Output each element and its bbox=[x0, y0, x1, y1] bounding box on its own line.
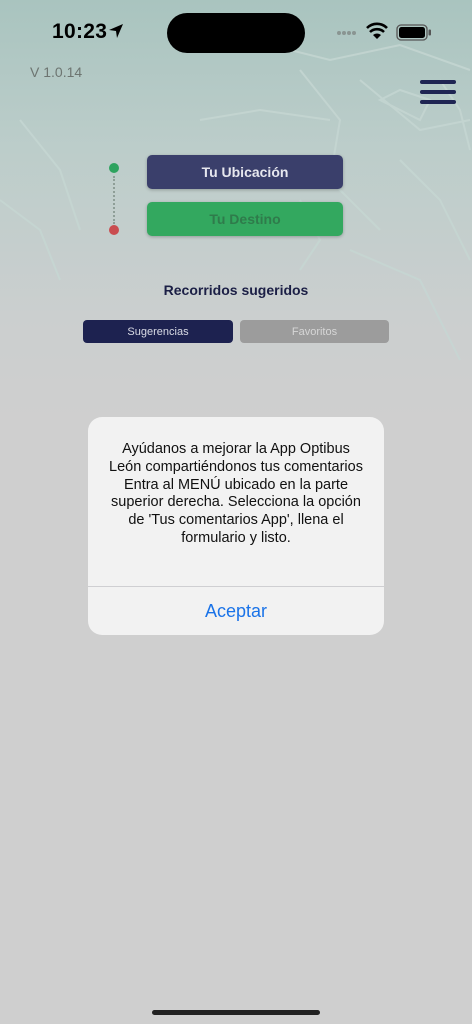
cellular-signal-icon bbox=[337, 31, 356, 35]
dynamic-island bbox=[167, 13, 305, 53]
route-connector bbox=[113, 176, 115, 224]
feedback-alert-dialog: Ayúdanos a mejorar la App Optibus León c… bbox=[88, 417, 384, 635]
menu-bar bbox=[420, 100, 456, 104]
location-arrow-icon bbox=[109, 24, 123, 38]
status-bar: 10:23 bbox=[0, 0, 472, 62]
origin-marker-icon bbox=[109, 163, 119, 173]
menu-bar bbox=[420, 80, 456, 84]
origin-location-button[interactable]: Tu Ubicación bbox=[147, 155, 343, 189]
tab-favorites[interactable]: Favoritos bbox=[240, 320, 389, 343]
destination-button[interactable]: Tu Destino bbox=[147, 202, 343, 236]
home-indicator[interactable] bbox=[152, 1010, 320, 1015]
alert-message: Ayúdanos a mejorar la App Optibus León c… bbox=[109, 441, 363, 546]
status-time: 10:23 bbox=[52, 20, 108, 43]
suggested-routes-title: Recorridos sugeridos bbox=[163, 282, 309, 298]
wifi-icon bbox=[366, 22, 388, 39]
battery-icon bbox=[396, 24, 431, 41]
destination-marker-icon bbox=[109, 225, 119, 235]
tab-suggestions[interactable]: Sugerencias bbox=[83, 320, 233, 343]
accept-button[interactable]: Aceptar bbox=[88, 587, 384, 635]
app-version: V 1.0.14 bbox=[30, 64, 83, 80]
menu-bar bbox=[420, 90, 456, 94]
hamburger-menu-icon[interactable] bbox=[420, 80, 456, 110]
